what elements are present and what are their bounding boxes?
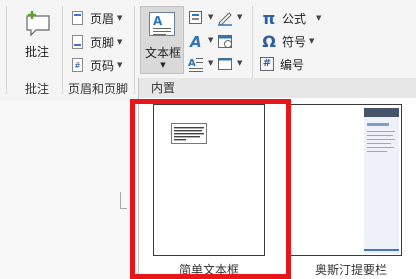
footer-button[interactable]: 页脚 ▼ xyxy=(70,32,122,52)
selection-highlight xyxy=(130,99,291,279)
footer-label: 页脚 xyxy=(90,35,115,50)
document-canvas xyxy=(0,100,138,279)
gallery-item-austin-sidebar[interactable] xyxy=(290,104,402,256)
page-number-icon: # xyxy=(70,57,86,73)
chevron-down-icon[interactable]: ▼ xyxy=(208,13,213,21)
chevron-down-icon: ▼ xyxy=(117,14,123,22)
gallery-item-label: 奥斯汀提要栏 xyxy=(314,263,387,277)
svg-text:A: A xyxy=(188,58,196,69)
equation-icon: π xyxy=(262,8,276,28)
chevron-down-icon[interactable]: ▼ xyxy=(237,13,242,21)
chevron-down-icon: ▼ xyxy=(117,38,123,46)
quick-parts-icon[interactable] xyxy=(188,10,204,26)
text-box-button[interactable]: A 文本框 ▼ xyxy=(140,6,184,74)
number-icon: # xyxy=(260,57,274,71)
new-comment-label: 批注 xyxy=(25,45,50,59)
new-comment-button[interactable]: 批注 xyxy=(18,6,58,60)
sidebar-heading xyxy=(367,123,389,126)
header-label: 页眉 xyxy=(90,11,115,26)
drop-cap-icon[interactable]: A xyxy=(188,56,204,72)
wordart-icon[interactable]: A xyxy=(188,33,204,49)
chevron-down-icon: ▼ xyxy=(117,61,123,69)
text-margin-marker xyxy=(120,192,127,209)
number-label: 编号 xyxy=(280,57,305,72)
chevron-down-icon[interactable]: ▼ xyxy=(208,59,213,67)
date-time-icon[interactable] xyxy=(217,33,233,49)
group-separator xyxy=(62,6,63,94)
equation-button[interactable]: π 公式 ▼ xyxy=(260,8,322,28)
symbol-button[interactable]: Ω 符号 ▼ xyxy=(260,31,314,51)
header-footer-group-label: 页眉和页脚 xyxy=(68,82,129,96)
object-icon[interactable] xyxy=(217,56,233,72)
sidebar-accent-line xyxy=(364,249,399,251)
group-separator xyxy=(6,6,7,94)
chevron-down-icon[interactable]: ▼ xyxy=(208,36,213,44)
text-box-label: 文本框 xyxy=(144,46,181,60)
page-number-button[interactable]: # 页码 ▼ xyxy=(70,55,122,75)
comment-icon xyxy=(26,11,50,37)
header-icon xyxy=(70,10,86,26)
chevron-down-icon: ▼ xyxy=(316,14,322,22)
equation-label: 公式 xyxy=(282,11,307,26)
symbol-icon: Ω xyxy=(262,31,276,51)
sidebar-text-lines-icon xyxy=(367,131,395,152)
signature-line-icon[interactable] xyxy=(217,10,233,26)
number-button[interactable]: # 编号 xyxy=(260,54,304,74)
gallery-section-header: 内置 xyxy=(139,78,416,98)
text-box-icon: A xyxy=(149,12,175,36)
comment-group-label: 批注 xyxy=(25,82,50,96)
chevron-down-icon[interactable]: ▼ xyxy=(237,59,242,67)
symbol-label: 符号 xyxy=(282,34,307,49)
svg-text:A: A xyxy=(189,33,202,49)
group-separator xyxy=(134,6,135,94)
page-number-label: 页码 xyxy=(90,58,115,73)
sidebar-title-band xyxy=(364,108,399,117)
chevron-down-icon: ▼ xyxy=(160,61,166,69)
footer-icon xyxy=(70,34,86,50)
header-button[interactable]: 页眉 ▼ xyxy=(70,8,122,28)
sidebar-preview xyxy=(364,108,399,254)
chevron-down-icon: ▼ xyxy=(309,37,315,45)
